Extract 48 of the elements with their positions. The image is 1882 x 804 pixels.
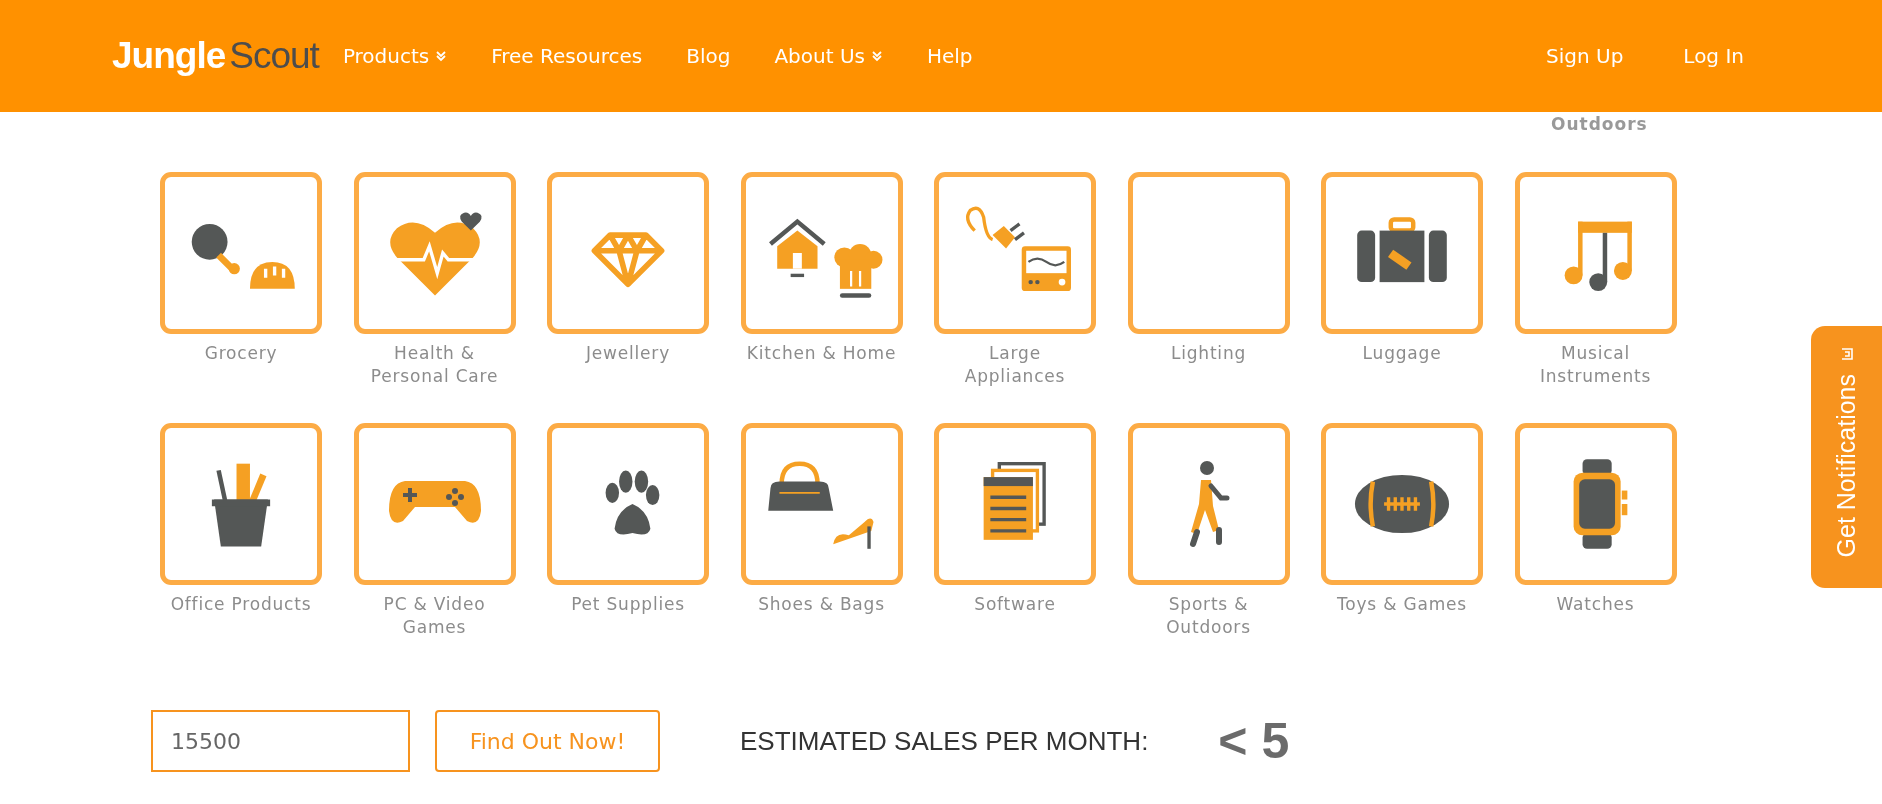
category-tile[interactable] xyxy=(353,423,516,585)
category-label: Sports & Outdoors xyxy=(1166,593,1251,639)
category-tile[interactable] xyxy=(160,172,322,334)
category-tile[interactable] xyxy=(1127,172,1290,334)
find-out-button[interactable]: Find Out Now! xyxy=(435,710,660,772)
category-label: Office Products xyxy=(170,593,312,616)
nav-link[interactable]: Free Resources xyxy=(491,44,643,68)
category-label: Software xyxy=(974,593,1056,616)
category-label: Toys & Games xyxy=(1337,593,1467,616)
category-label: Large Appliances xyxy=(964,342,1066,388)
number-input-field[interactable]: 15500 xyxy=(151,710,410,772)
nav-link[interactable]: About Us xyxy=(774,44,883,68)
category-label: Pet Supplies xyxy=(571,593,685,616)
category-tile[interactable] xyxy=(160,423,322,585)
category-tile[interactable] xyxy=(1321,423,1483,585)
category-tile[interactable] xyxy=(353,172,516,334)
nav-link[interactable]: Blog xyxy=(686,44,731,68)
category-label: Grocery xyxy=(204,342,278,365)
category-tile[interactable] xyxy=(1127,423,1290,585)
result-label: ESTIMATED SALES PER MONTH: xyxy=(740,725,1149,757)
nav-link[interactable]: Products xyxy=(342,44,448,68)
category-tile[interactable] xyxy=(934,423,1096,585)
category-label: Jewellery xyxy=(586,342,670,365)
category-tile[interactable] xyxy=(934,172,1096,334)
category-tile[interactable] xyxy=(1514,172,1677,334)
category-label: Kitchen & Home xyxy=(746,342,897,365)
category-label: Musical Instruments xyxy=(1539,342,1652,388)
double-chevron-icon xyxy=(435,50,448,62)
category-tile[interactable] xyxy=(547,423,709,585)
category-tile[interactable] xyxy=(740,172,903,334)
category-tile[interactable] xyxy=(740,423,903,585)
category-label: Watches xyxy=(1556,593,1635,616)
double-chevron-icon xyxy=(870,50,883,62)
nav-link[interactable]: Help xyxy=(926,44,973,68)
category-label: Lighting xyxy=(1170,342,1247,365)
logo[interactable]: JungleScout xyxy=(112,35,319,77)
account-link[interactable]: Log In xyxy=(1683,44,1744,68)
category-tile[interactable] xyxy=(547,172,709,334)
category-tile[interactable] xyxy=(1514,423,1677,585)
account-link[interactable]: Sign Up xyxy=(1546,44,1624,68)
category-label: PC & Video Games xyxy=(383,593,486,639)
result-value: < 5 xyxy=(1218,712,1290,770)
category-label: Luggage xyxy=(1362,342,1442,365)
category-label: Outdoors xyxy=(1551,114,1648,134)
get-notifications-tab[interactable]: Get Notifications xyxy=(1811,326,1882,588)
category-tile[interactable] xyxy=(1321,172,1483,334)
category-label: Health & Personal Care xyxy=(370,342,499,388)
category-label: Shoes & Bags xyxy=(758,593,885,616)
